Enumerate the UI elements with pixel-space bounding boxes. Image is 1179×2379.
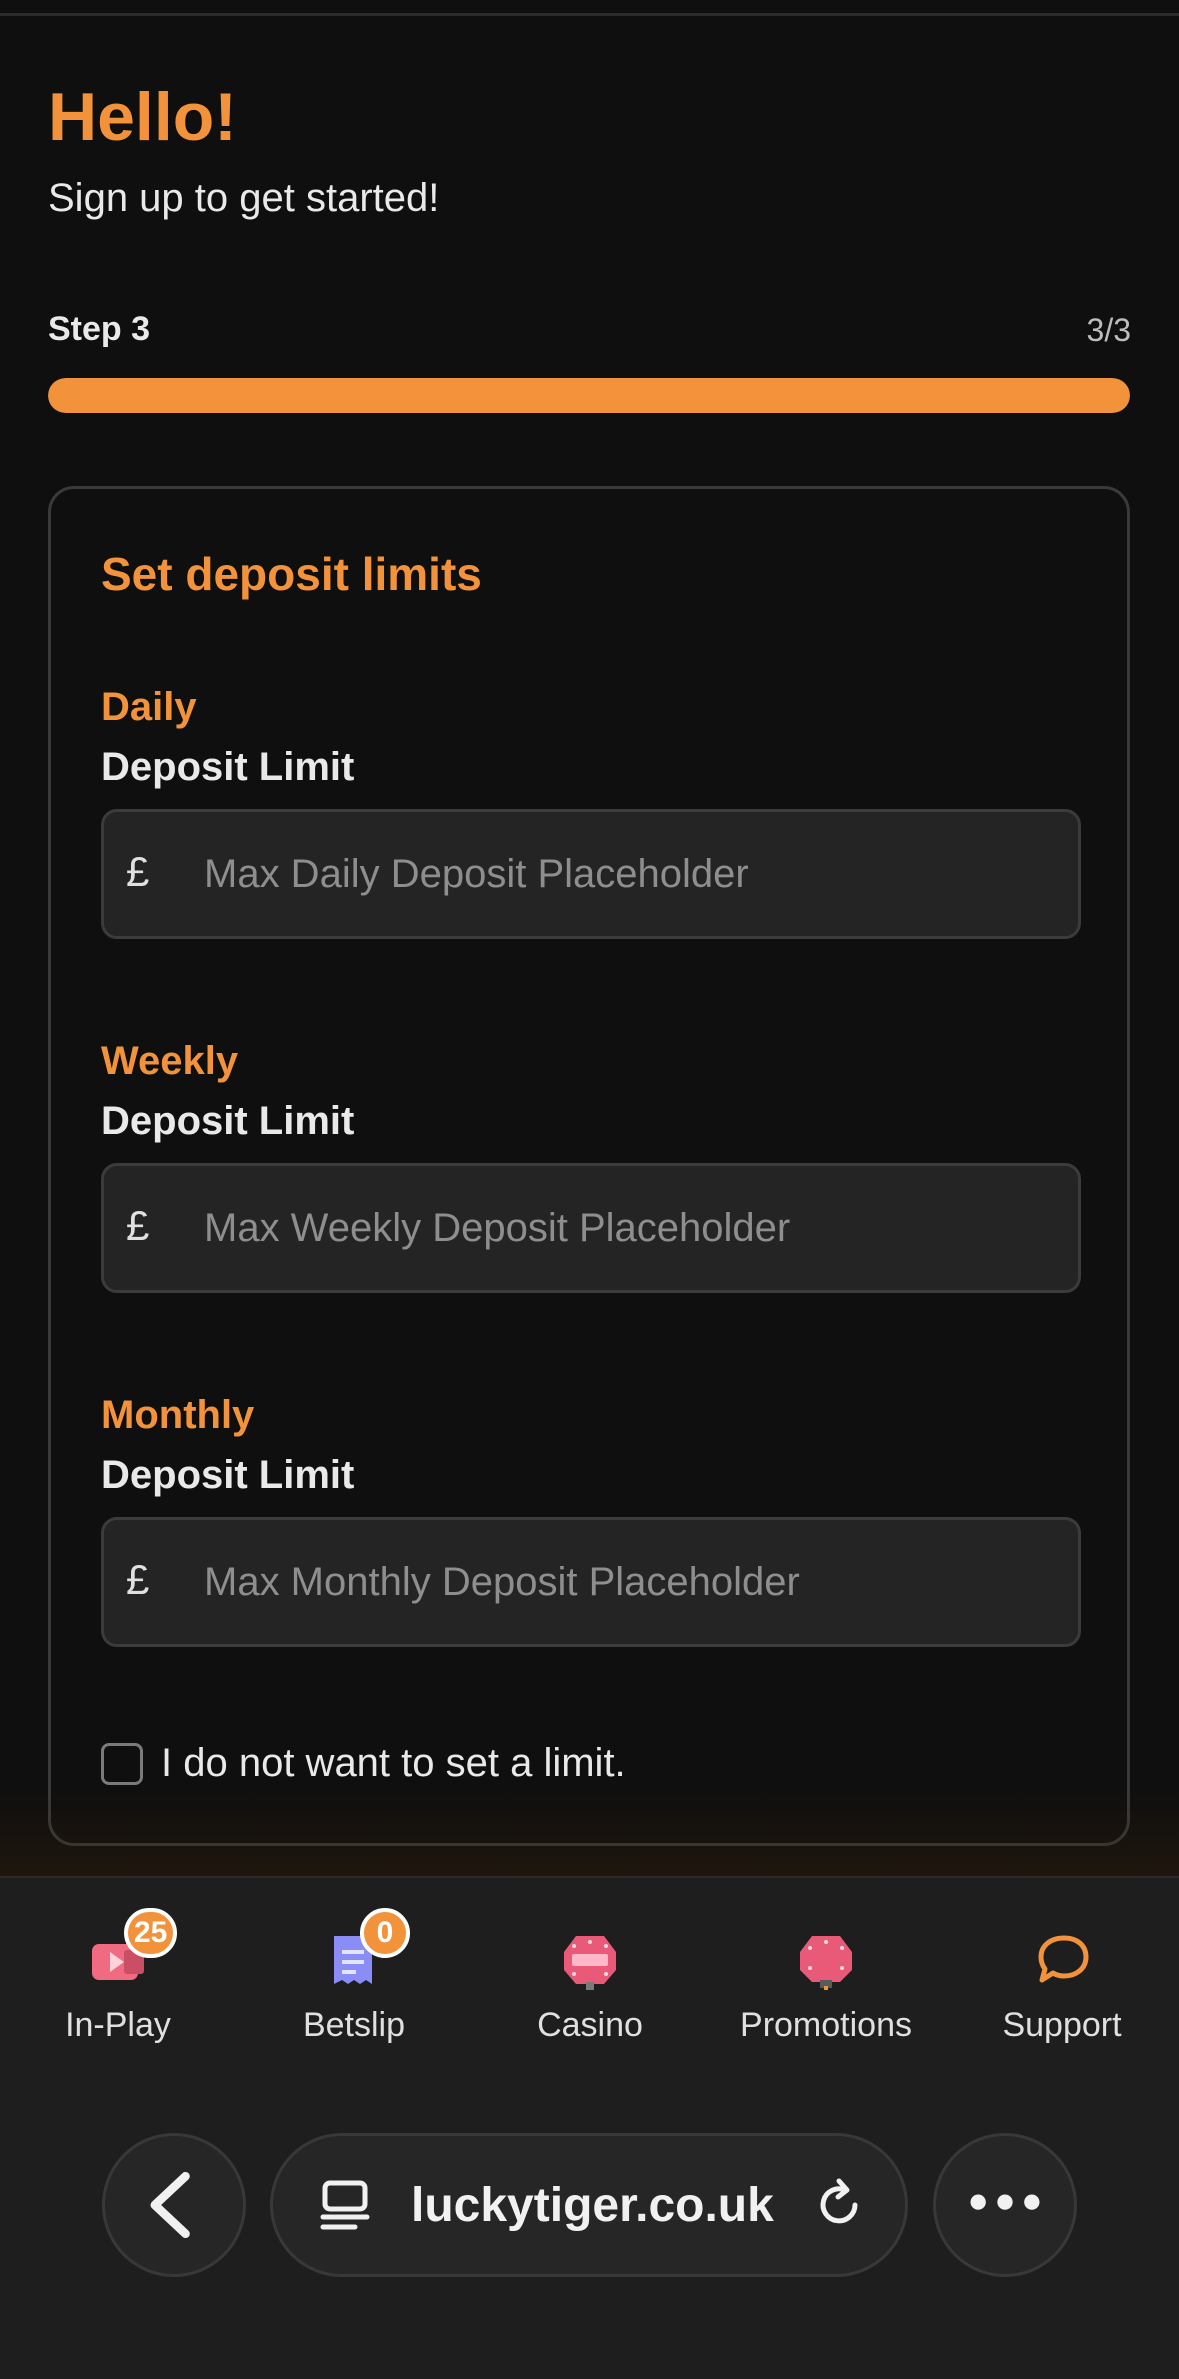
weekly-period-label: Weekly — [101, 1039, 239, 1083]
daily-field-label: Deposit Limit — [101, 745, 355, 789]
progress-fill — [48, 378, 1130, 413]
daily-period-label: Daily — [101, 685, 197, 729]
monthly-deposit-field[interactable]: £ — [101, 1517, 1081, 1647]
pound-icon: £ — [126, 848, 150, 895]
page-title: Hello! — [48, 79, 237, 155]
step-count: 3/3 — [1086, 312, 1131, 348]
url-text[interactable]: luckytiger.co.uk — [411, 2178, 774, 2233]
nav-label: Support — [1002, 2006, 1122, 2044]
daily-deposit-field[interactable]: £ — [101, 809, 1081, 939]
more-button[interactable] — [933, 2133, 1077, 2277]
weekly-deposit-field[interactable]: £ — [101, 1163, 1081, 1293]
browser-toolbar: luckytiger.co.uk — [0, 2091, 1179, 2379]
no-limit-checkbox[interactable] — [101, 1742, 143, 1785]
nav-item-in-play[interactable]: 25 In-Play — [0, 1878, 236, 2093]
tabs-icon — [320, 2180, 370, 2230]
betslip-badge: 0 — [360, 1908, 410, 1958]
no-limit-option[interactable]: I do not want to set a limit. — [101, 1741, 626, 1786]
top-divider — [0, 0, 1179, 16]
nav-label: In-Play — [65, 2006, 171, 2044]
reload-icon[interactable] — [809, 2175, 869, 2235]
chevron-left-icon — [150, 2171, 190, 2239]
monthly-field-label: Deposit Limit — [101, 1453, 355, 1497]
monthly-deposit-input[interactable] — [204, 1520, 1064, 1644]
daily-deposit-input[interactable] — [204, 812, 1064, 936]
casino-chip-icon — [564, 1936, 616, 1990]
monthly-period-label: Monthly — [101, 1393, 255, 1437]
nav-glow — [0, 1790, 1179, 1876]
progress-bar — [48, 378, 1130, 413]
nav-item-support[interactable]: Support — [944, 1878, 1179, 2093]
weekly-field-label: Deposit Limit — [101, 1099, 355, 1143]
no-limit-label[interactable]: I do not want to set a limit. — [161, 1741, 626, 1786]
step-label: Step 3 — [48, 310, 151, 348]
nav-item-betslip[interactable]: 0 Betslip — [236, 1878, 472, 2093]
in-play-badge: 25 — [124, 1908, 178, 1958]
weekly-deposit-input[interactable] — [204, 1166, 1064, 1290]
page-subtitle: Sign up to get started! — [48, 176, 440, 220]
deposit-limits-card: Set deposit limits Daily Deposit Limit £… — [48, 486, 1130, 1846]
signup-page: Hello! Sign up to get started! Step 3 3/… — [0, 0, 1179, 2379]
nav-item-casino[interactable]: Casino — [472, 1878, 708, 2093]
more-dots-icon — [970, 2194, 1040, 2210]
back-button[interactable] — [102, 2133, 246, 2277]
nav-item-promotions[interactable]: Promotions — [708, 1878, 944, 2093]
pound-icon: £ — [126, 1556, 150, 1603]
address-bar[interactable]: luckytiger.co.uk — [270, 2133, 908, 2277]
nav-label: Casino — [537, 2006, 643, 2044]
promotions-tag-icon — [800, 1936, 852, 1990]
bottom-nav: 25 In-Play 0 Betslip Casino Promotions S… — [0, 1876, 1179, 2091]
chat-bubble-icon — [1038, 1935, 1089, 1983]
pound-icon: £ — [126, 1202, 150, 1249]
card-title: Set deposit limits — [101, 548, 482, 600]
nav-label: Promotions — [740, 2006, 912, 2044]
nav-label: Betslip — [302, 2006, 406, 2044]
